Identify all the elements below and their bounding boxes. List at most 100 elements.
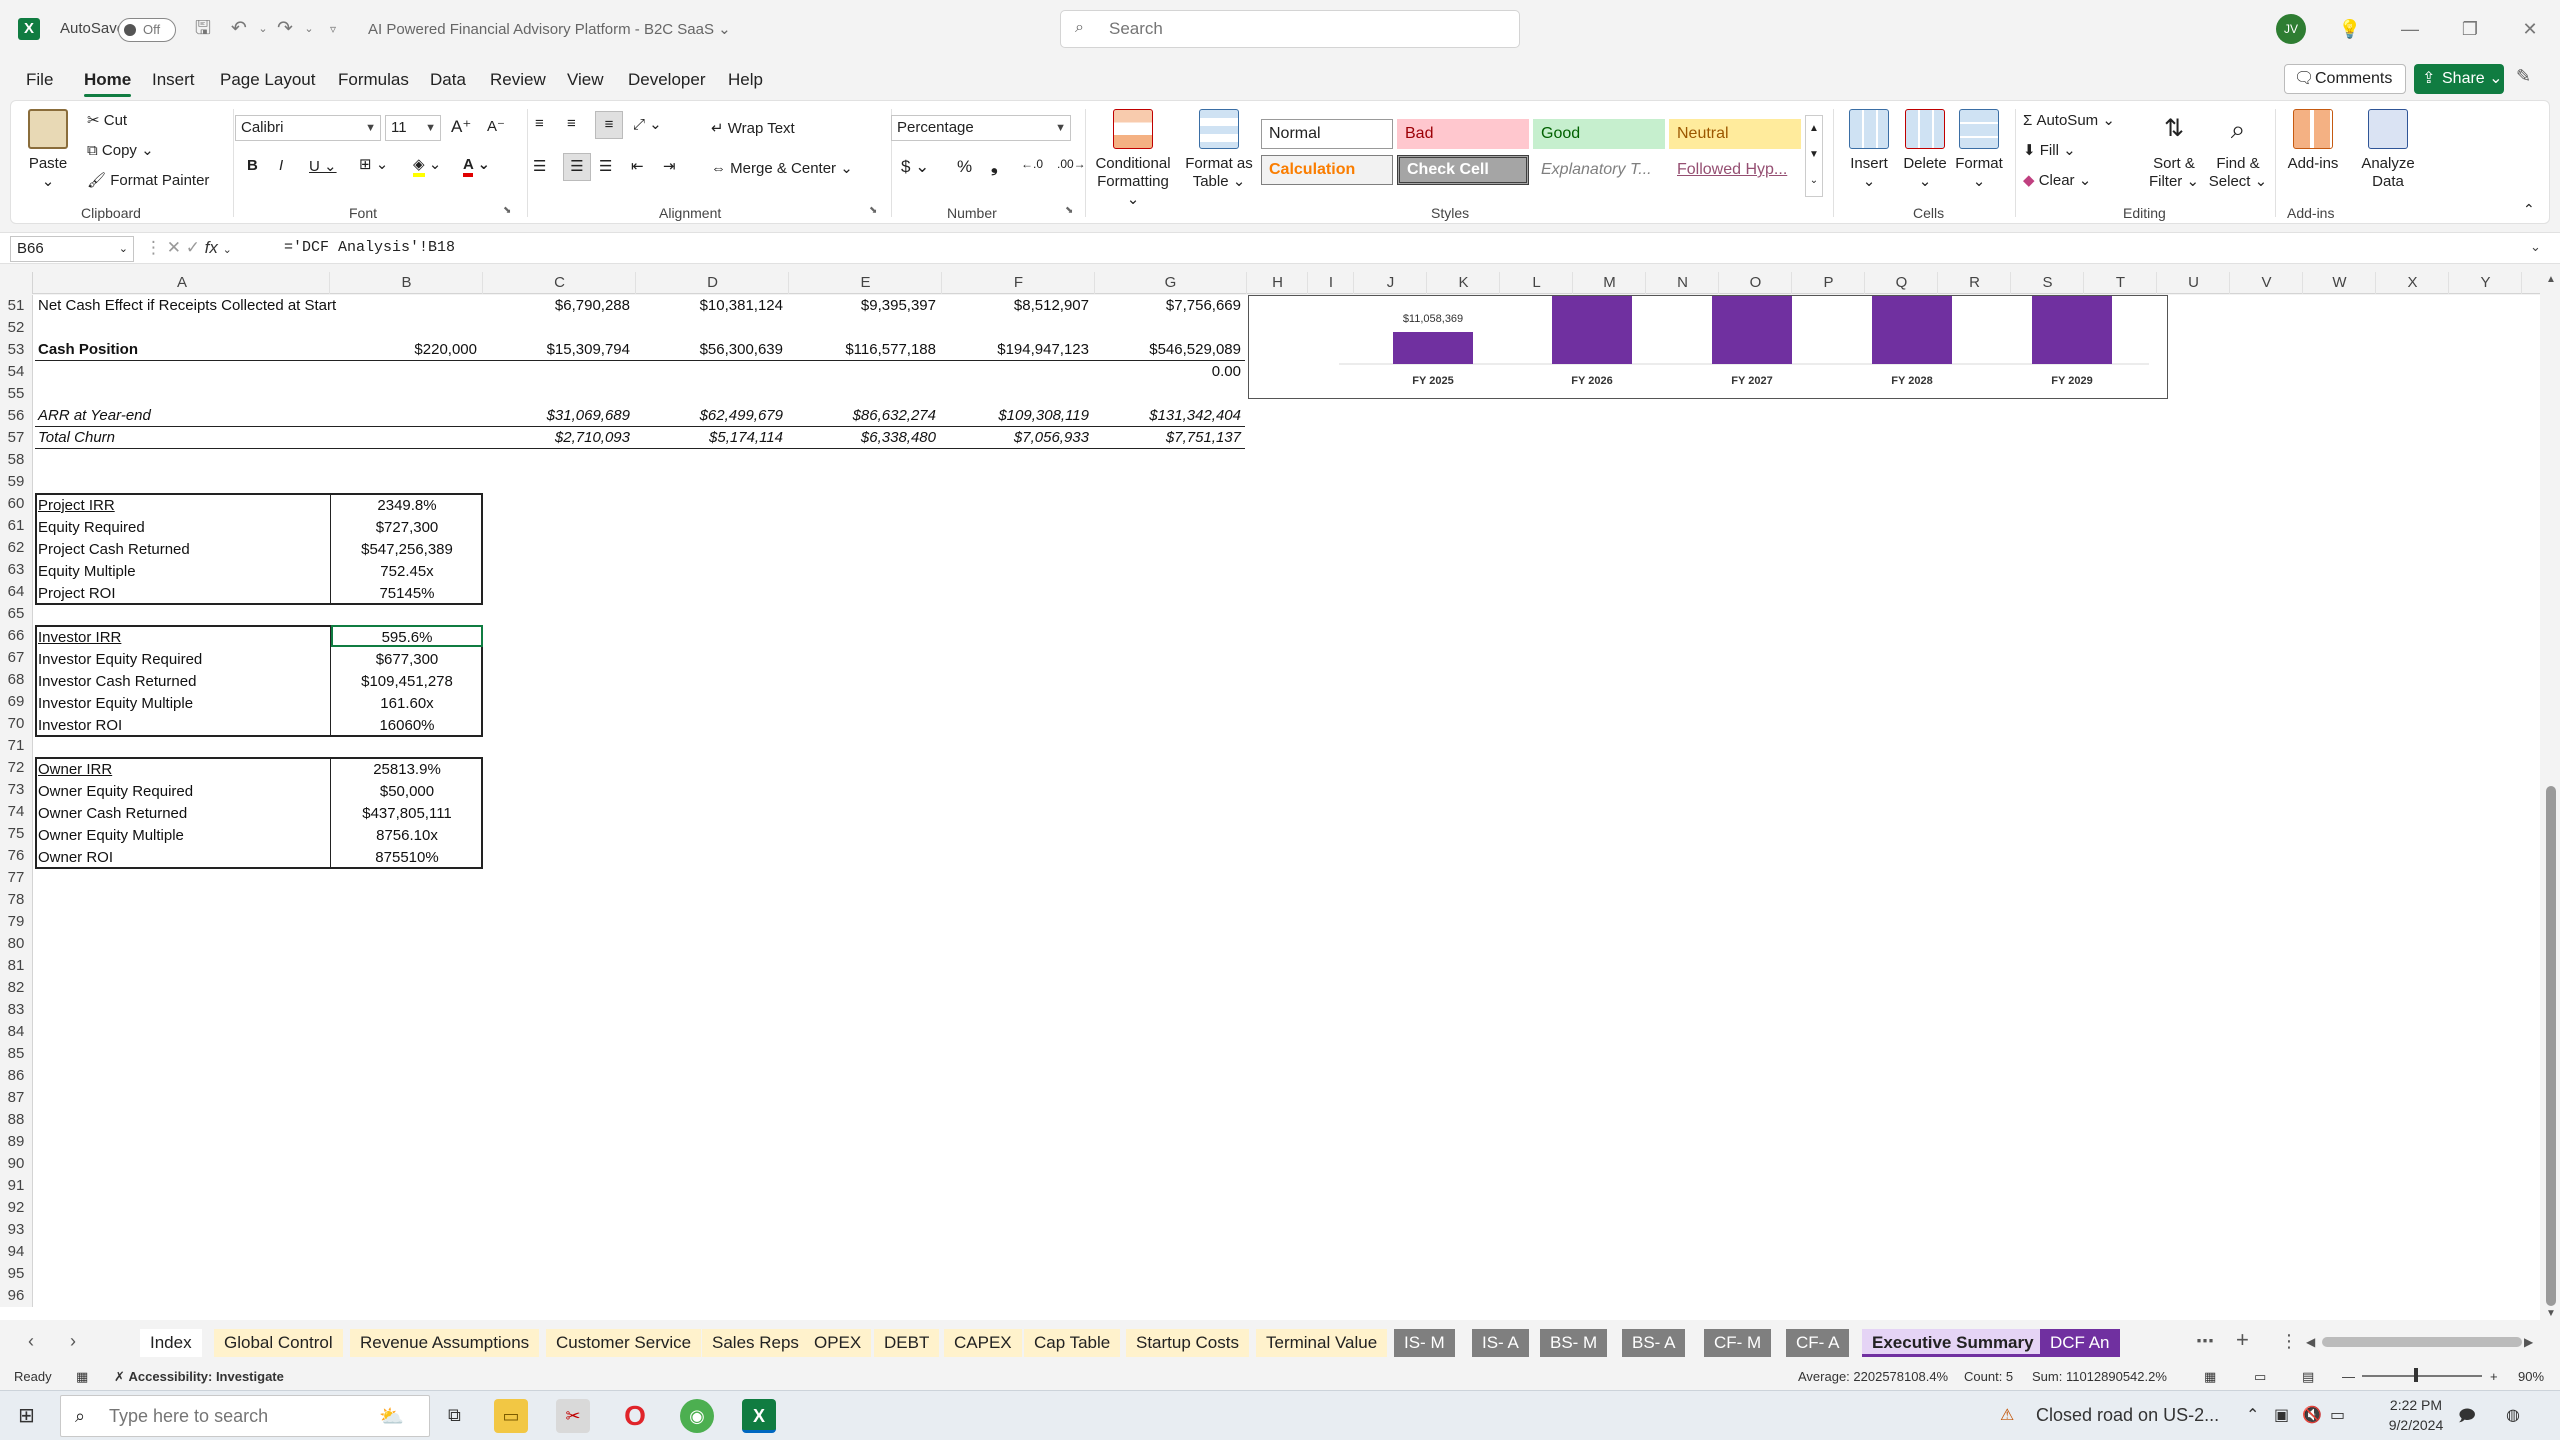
sheet-tab[interactable]: Index (140, 1329, 202, 1357)
document-title[interactable]: AI Powered Financial Advisory Platform -… (368, 20, 731, 38)
row-header[interactable]: 89 (0, 1131, 33, 1153)
chart-bar-fy-2027[interactable] (1712, 296, 1792, 364)
row-header[interactable]: 56 (0, 405, 33, 427)
churn-value[interactable]: $7,751,137 (1095, 427, 1247, 449)
comments-button[interactable]: 🗨 Comments (2284, 64, 2406, 94)
sheet-tab[interactable]: Revenue Assumptions (350, 1329, 540, 1357)
undo-icon[interactable]: ↶ (226, 16, 252, 42)
font-color-icon[interactable]: A ⌄ (463, 155, 490, 177)
macro-record-icon[interactable]: ▦ (76, 1369, 88, 1385)
tab-home[interactable]: Home (84, 70, 132, 97)
column-header-n[interactable]: N (1647, 272, 1719, 294)
conditional-formatting-button[interactable]: Conditional Formatting ⌄ (1089, 109, 1177, 209)
task-view-icon[interactable]: ⧉ (448, 1405, 461, 1426)
search-box[interactable]: ⌕ (1060, 10, 1520, 48)
page-layout-view-icon[interactable]: ▭ (2254, 1369, 2266, 1385)
row-header[interactable]: 75 (0, 823, 33, 845)
sheet-tab[interactable]: Executive Summary (1862, 1329, 2044, 1357)
column-header-w[interactable]: W (2304, 272, 2376, 294)
row-header[interactable]: 79 (0, 911, 33, 933)
row-header[interactable]: 57 (0, 427, 33, 449)
prev-sheet-icon[interactable]: ‹ (28, 1331, 34, 1352)
sheet-tab[interactable]: IS- M (1394, 1329, 1455, 1357)
normal-view-icon[interactable]: ▦ (2204, 1369, 2216, 1385)
align-right-icon[interactable]: ☰ (599, 157, 612, 175)
net-cash-value[interactable]: $6,790,288 (484, 295, 636, 317)
chrome-icon[interactable]: ◉ (680, 1399, 714, 1433)
add-sheet-icon[interactable]: + (2236, 1327, 2249, 1353)
format-cells-button[interactable]: Format ⌄ (1951, 109, 2007, 191)
row-header[interactable]: 84 (0, 1021, 33, 1043)
owner-metric-value[interactable]: $50,000 (331, 781, 483, 803)
row-header[interactable]: 96 (0, 1285, 33, 1307)
sheet-tab[interactable]: IS- A (1472, 1329, 1529, 1357)
align-middle-icon[interactable]: ≡ (567, 115, 576, 132)
chart-bar-fy-2026[interactable] (1552, 296, 1632, 364)
grow-font-icon[interactable]: A⁺ (451, 117, 471, 137)
net-cash-value[interactable]: $7,756,669 (1095, 295, 1247, 317)
row-header[interactable]: 80 (0, 933, 33, 955)
bar-chart[interactable]: FY 2025 FY 2026 FY 2027 FY 2028 FY 2029 $11,0… (1248, 295, 2168, 399)
sheet-tab[interactable]: OPEX (804, 1329, 872, 1357)
increase-indent-icon[interactable]: ⇥ (663, 157, 676, 175)
column-header-m[interactable]: M (1574, 272, 1646, 294)
chart-bar-fy-2028[interactable] (1872, 296, 1952, 364)
file-explorer-icon[interactable]: ▭ (494, 1399, 528, 1433)
column-header-v[interactable]: V (2231, 272, 2303, 294)
column-header-p[interactable]: P (1793, 272, 1865, 294)
cash-position-value[interactable]: $546,529,089 (1095, 339, 1247, 361)
taskbar-search[interactable]: ⌕ ⛅ (60, 1395, 430, 1437)
borders-icon[interactable]: ⊞ ⌄ (359, 155, 388, 173)
net-cash-value[interactable]: $8,512,907 (943, 295, 1095, 317)
column-header-t[interactable]: T (2085, 272, 2157, 294)
style-followed-hyperlink[interactable]: Followed Hyp... (1669, 155, 1801, 185)
row-header[interactable]: 71 (0, 735, 33, 757)
copilot-icon[interactable]: ◍ (2506, 1405, 2520, 1425)
style-good[interactable]: Good (1533, 119, 1665, 149)
clock[interactable]: 2:22 PM 9/2/2024 (2376, 1395, 2456, 1435)
autosum-button[interactable]: Σ AutoSum ⌄ (2023, 111, 2115, 129)
taskbar-search-input[interactable] (109, 1406, 349, 1427)
tray-chevron-icon[interactable]: ⌃ (2246, 1405, 2259, 1425)
align-bottom-icon[interactable]: ≡ (595, 111, 623, 139)
column-header-o[interactable]: O (1720, 272, 1792, 294)
row-header[interactable]: 74 (0, 801, 33, 823)
percent-style-icon[interactable]: % (957, 157, 972, 177)
accessibility-button[interactable]: ✗ Accessibility: Investigate (114, 1369, 284, 1385)
column-header-b[interactable]: B (331, 272, 483, 294)
delete-cells-button[interactable]: Delete ⌄ (1897, 109, 1953, 191)
zoom-slider[interactable] (2362, 1375, 2482, 1377)
scroll-right-icon[interactable]: ▶ (2524, 1335, 2533, 1349)
row-header[interactable]: 88 (0, 1109, 33, 1131)
vertical-scrollbar[interactable]: ▲ ▼ (2542, 272, 2560, 1322)
orientation-icon[interactable]: ⤢ ⌄ (633, 115, 662, 133)
windows-start-icon[interactable]: ⊞ (18, 1403, 35, 1428)
churn-value[interactable]: $5,174,114 (637, 427, 789, 449)
row-header[interactable]: 94 (0, 1241, 33, 1263)
row54-g-value[interactable]: 0.00 (1095, 361, 1247, 383)
paste-button[interactable]: Paste ⌄ (23, 109, 73, 191)
more-sheets-icon[interactable]: ⋯ (2196, 1331, 2214, 1352)
weather-text[interactable]: Closed road on US-2... (2036, 1405, 2219, 1426)
sheet-tab[interactable]: CF- M (1704, 1329, 1772, 1357)
comma-style-icon[interactable]: ❟ (991, 157, 998, 177)
row-header[interactable]: 83 (0, 999, 33, 1021)
row-header[interactable]: 73 (0, 779, 33, 801)
excel-taskbar-icon[interactable]: X (742, 1399, 776, 1433)
horizontal-scroll-thumb[interactable] (2322, 1337, 2522, 1347)
row-header[interactable]: 93 (0, 1219, 33, 1241)
row-header[interactable]: 60 (0, 493, 33, 515)
analyze-data-button[interactable]: Analyze Data (2353, 109, 2423, 191)
style-bad[interactable]: Bad (1397, 119, 1529, 149)
number-launcher-icon[interactable]: ⬊ (1065, 205, 1073, 216)
column-header-a[interactable]: A (35, 272, 330, 294)
merge-center-button[interactable]: ⇔ Merge & Center ⌄ (711, 159, 853, 177)
row-header[interactable]: 86 (0, 1065, 33, 1087)
wrap-text-button[interactable]: ↵ Wrap Text (711, 119, 795, 137)
tab-page-layout[interactable]: Page Layout (220, 70, 315, 90)
row-header[interactable]: 90 (0, 1153, 33, 1175)
tab-help[interactable]: Help (728, 70, 763, 90)
shrink-font-icon[interactable]: A⁻ (487, 117, 505, 135)
search-input[interactable] (1109, 18, 1489, 40)
font-name-combo[interactable]: Calibri ▼ (235, 115, 381, 141)
